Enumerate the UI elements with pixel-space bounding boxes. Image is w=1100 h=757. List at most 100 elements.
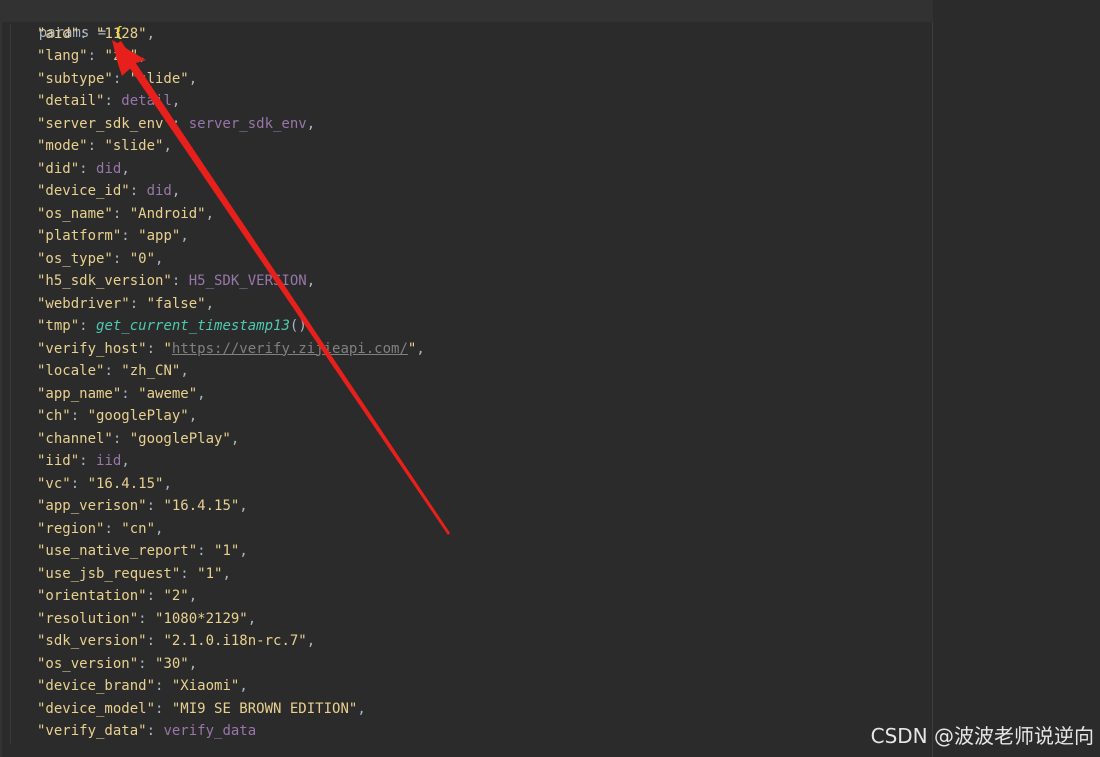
- line-tail: ,: [239, 543, 248, 559]
- line-tail: ,: [171, 183, 181, 199]
- code-line[interactable]: "orientation": "2",: [5, 585, 197, 607]
- dict-value: "slide": [104, 138, 164, 154]
- code-line[interactable]: "sdk_version": "2.1.0.i18n-rc.7",: [5, 630, 315, 652]
- line-tail: ,: [222, 565, 231, 582]
- code-line[interactable]: "did": did,: [5, 158, 130, 180]
- key-value-separator: :: [70, 408, 88, 424]
- code-line[interactable]: "channel": "googlePlay",: [5, 428, 239, 450]
- dict-value: "16.4.15": [163, 498, 240, 514]
- csdn-watermark: CSDN @波波老师说逆向: [870, 724, 1094, 748]
- code-line[interactable]: "h5_sdk_version": H5_SDK_VERSION,: [5, 270, 315, 292]
- line-tail: ,: [188, 655, 198, 672]
- line-tail: ,: [163, 138, 172, 154]
- dict-value: "false": [146, 295, 206, 312]
- code-line[interactable]: "use_jsb_request": "1",: [5, 563, 231, 585]
- dict-key: "tmp": [37, 318, 80, 334]
- code-line[interactable]: "webdriver": "false",: [5, 293, 214, 315]
- dict-key: "sdk_version": [37, 633, 147, 649]
- dict-value: iid: [96, 453, 122, 469]
- dict-value: "aweme": [138, 385, 198, 402]
- code-line[interactable]: "verify_data": verify_data: [5, 720, 256, 742]
- code-line[interactable]: "platform": "app",: [5, 225, 189, 247]
- key-value-separator: :: [146, 633, 164, 649]
- dict-value: H5_SDK_VERSION: [188, 273, 307, 289]
- code-line[interactable]: "locale": "zh_CN",: [5, 360, 189, 382]
- code-line[interactable]: "detail": detail,: [5, 90, 180, 112]
- dict-key: "verify_data": [37, 723, 147, 739]
- key-value-separator: :: [129, 295, 147, 312]
- dict-key: "subtype": [37, 70, 113, 87]
- code-line[interactable]: "subtype": "slide",: [5, 68, 197, 90]
- code-line[interactable]: "os_name": "Android",: [5, 203, 214, 225]
- dict-key: "app_name": [37, 385, 122, 402]
- code-line[interactable]: "os_version": "30",: [5, 653, 197, 675]
- key-value-separator: :: [79, 318, 97, 334]
- key-value-separator: :: [104, 520, 122, 537]
- dict-value: "16.4.15": [87, 475, 164, 492]
- dict-value: get_current_timestamp13: [96, 318, 290, 334]
- line-tail: ,: [306, 273, 316, 289]
- key-value-separator: :: [104, 363, 122, 379]
- url-link[interactable]: https://verify.zijieapi.com/: [172, 341, 408, 357]
- dict-key: "did": [37, 160, 80, 177]
- line-tail: ,: [247, 610, 257, 627]
- code-editor[interactable]: params = { "aid": "1128", "lang": "zh", "s…: [0, 0, 1100, 757]
- code-line[interactable]: "device_brand": "Xiaomi",: [5, 675, 248, 697]
- dict-key: "lang": [37, 48, 88, 64]
- dict-key: "ch": [37, 408, 71, 424]
- line-tail: ,: [121, 453, 130, 469]
- dict-value: "app": [138, 228, 181, 244]
- code-line[interactable]: "mode": "slide",: [5, 135, 172, 157]
- dict-key: "vc": [37, 475, 71, 492]
- dict-value: did: [96, 160, 122, 177]
- key-value-separator: :: [197, 543, 215, 559]
- dict-key: "os_name": [37, 205, 113, 222]
- code-line[interactable]: "device_id": did,: [5, 180, 180, 202]
- code-line[interactable]: "resolution": "1080*2129",: [5, 608, 256, 630]
- key-value-separator: :: [146, 498, 164, 514]
- code-line[interactable]: "app_verison": "16.4.15",: [5, 495, 248, 517]
- dict-value: "1": [214, 543, 240, 559]
- dict-value: "1128": [96, 25, 147, 42]
- key-value-separator: :: [146, 340, 164, 357]
- dict-key: "device_brand": [37, 678, 156, 694]
- key-value-separator: :: [104, 93, 122, 109]
- line-tail: ,: [188, 408, 198, 424]
- dict-key: "app_verison": [37, 498, 147, 514]
- code-line[interactable]: "iid": iid,: [5, 450, 130, 472]
- code-line[interactable]: "ch": "googlePlay",: [5, 405, 197, 427]
- code-line[interactable]: "region": "cn",: [5, 518, 163, 540]
- line-tail: ,: [171, 93, 181, 109]
- editor-gutter: [0, 0, 2, 757]
- code-line-header[interactable]: params = {: [0, 0, 933, 41]
- line-tail: ,: [239, 498, 248, 514]
- dict-key: "device_id": [37, 183, 130, 199]
- dict-value: "MI9 SE BROWN EDITION": [171, 700, 358, 717]
- dict-key: "os_version": [37, 655, 139, 672]
- key-value-separator: :: [146, 588, 164, 604]
- dict-value: "30": [155, 655, 189, 672]
- code-line[interactable]: "app_name": "aweme",: [5, 383, 206, 405]
- code-line[interactable]: "aid": "1128",: [5, 23, 155, 45]
- dict-value: "googlePlay": [129, 430, 231, 447]
- line-tail: ,: [188, 70, 198, 87]
- code-line[interactable]: "verify_host": "https://verify.zijieapi.…: [5, 338, 425, 360]
- code-line[interactable]: "tmp": get_current_timestamp13(),: [5, 315, 315, 337]
- key-value-separator: :: [79, 160, 97, 177]
- line-tail: ,: [306, 115, 316, 132]
- line-tail: ,: [239, 678, 248, 694]
- code-line[interactable]: "lang": "zh",: [5, 45, 147, 67]
- code-line[interactable]: "server_sdk_env": server_sdk_env,: [5, 113, 315, 135]
- code-line[interactable]: "device_model": "MI9 SE BROWN EDITION",: [5, 698, 366, 720]
- key-value-separator: :: [79, 25, 97, 42]
- line-tail: ,: [205, 205, 215, 222]
- dict-key: "orientation": [37, 588, 147, 604]
- code-line[interactable]: "use_native_report": "1",: [5, 540, 248, 562]
- key-value-separator: :: [155, 678, 172, 694]
- code-line[interactable]: "vc": "16.4.15",: [5, 473, 172, 495]
- code-line[interactable]: "os_type": "0",: [5, 248, 163, 270]
- dict-value: server_sdk_env: [188, 115, 307, 132]
- key-value-separator: :: [79, 453, 97, 469]
- line-tail: ,: [155, 520, 164, 537]
- line-tail: ,: [357, 700, 366, 717]
